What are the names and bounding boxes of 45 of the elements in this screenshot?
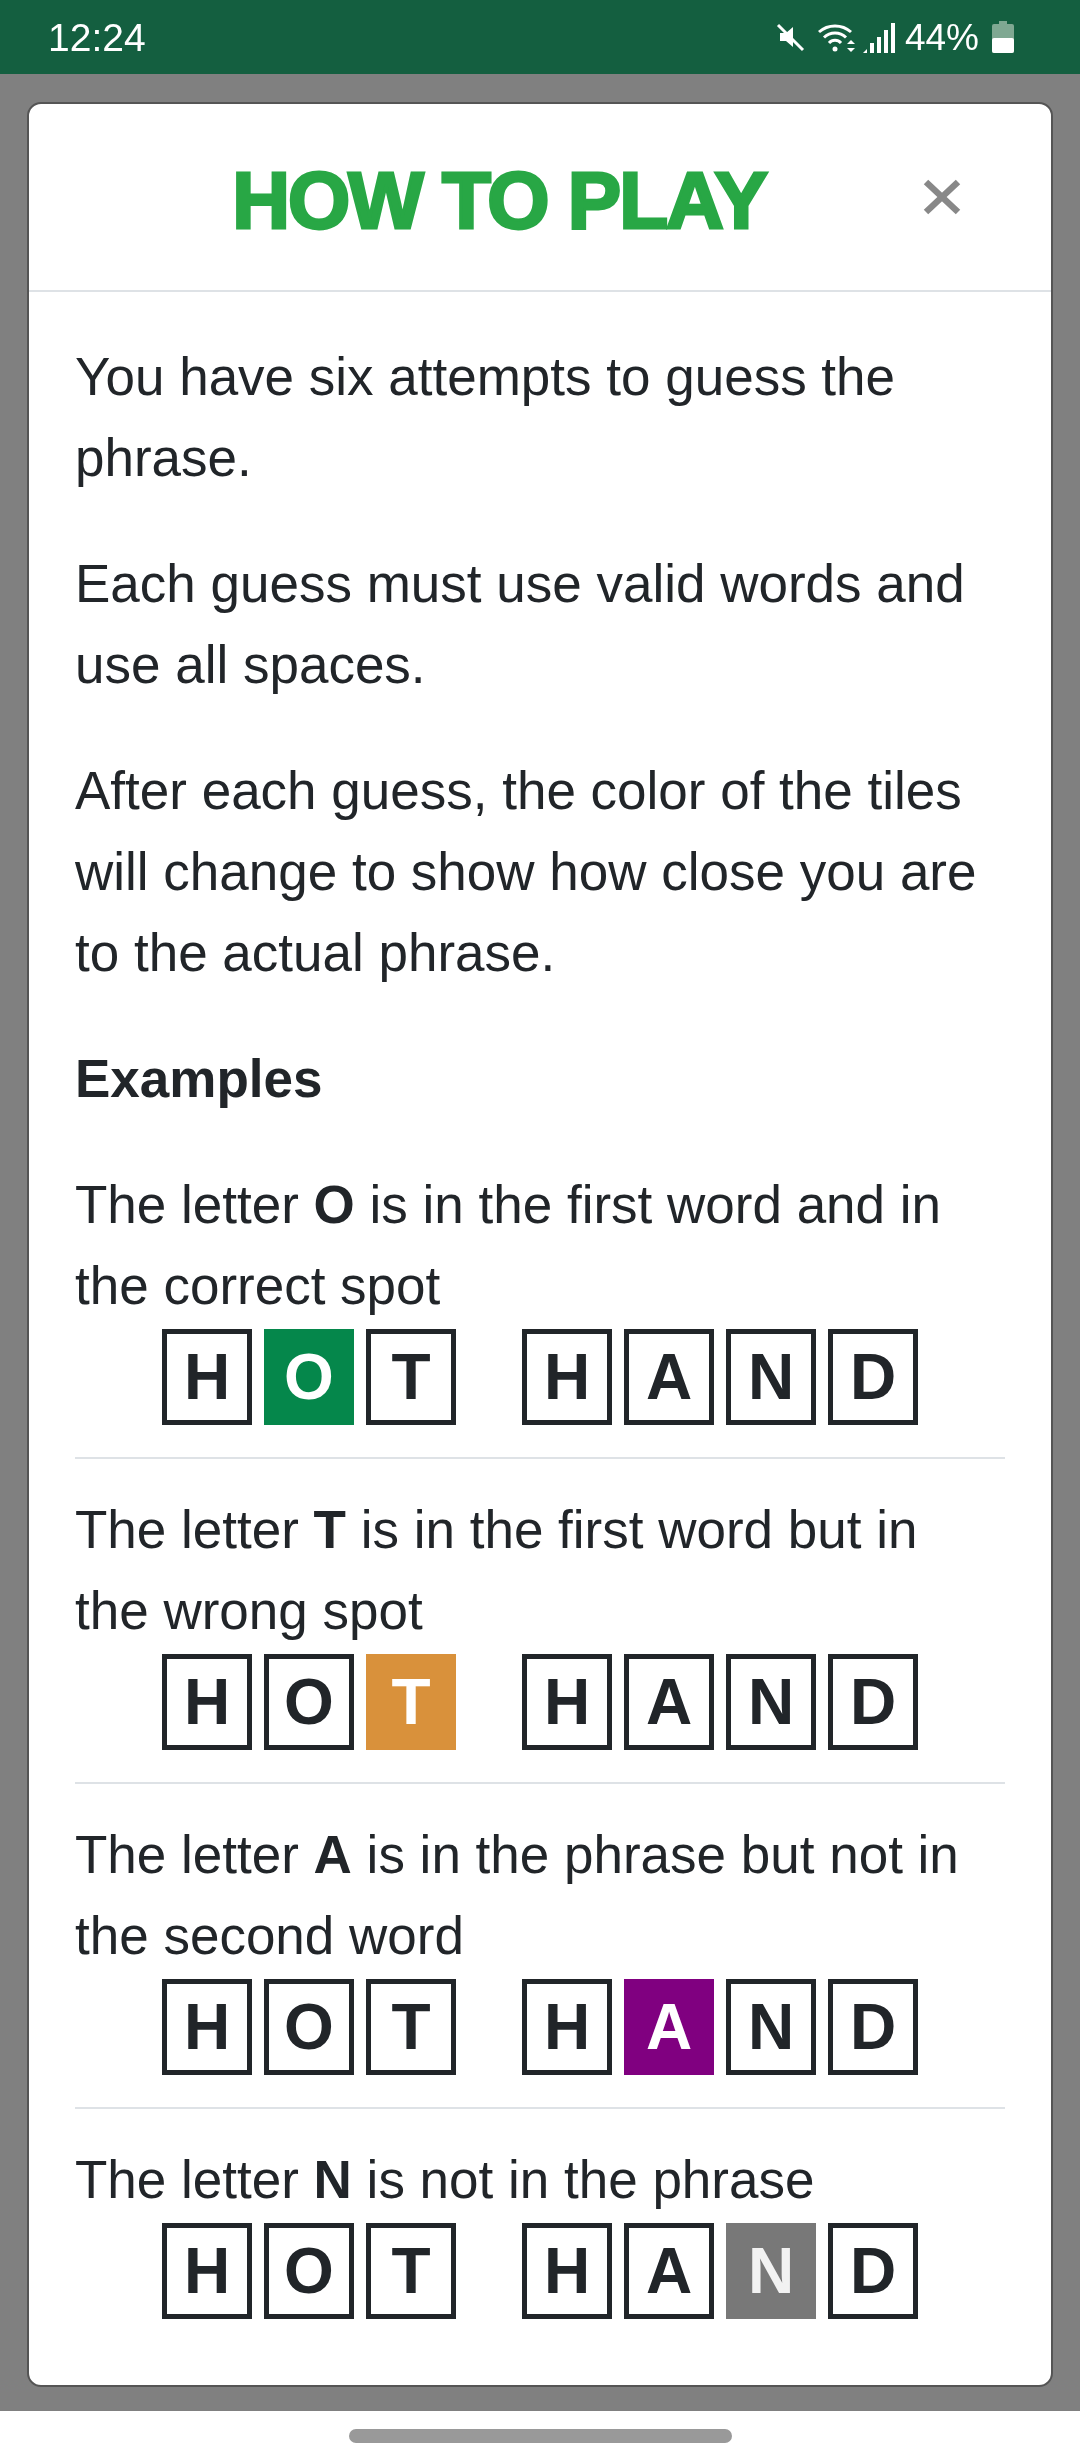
letter-tile: T	[366, 1979, 456, 2075]
letter-tile: H	[522, 2223, 612, 2319]
instruction-text: You have six attempts to guess the phrase.	[75, 346, 897, 489]
letter-tile: D	[828, 2223, 918, 2319]
letter-tile: H	[162, 1654, 252, 1750]
letter-tile: A	[624, 1329, 714, 1425]
close-button[interactable]	[923, 179, 961, 215]
letter-tile: O	[264, 1654, 354, 1750]
letter-tile: T	[366, 1654, 456, 1750]
letter-tile: H	[522, 1329, 612, 1425]
letter-tile: N	[726, 1654, 816, 1750]
letter-tile: N	[726, 1329, 816, 1425]
battery-icon	[992, 21, 1014, 53]
letter-tile: H	[162, 1979, 252, 2075]
letter-tile: T	[366, 1329, 456, 1425]
example-description: The letter T is in the first word but in the wrong spot	[75, 1499, 919, 1642]
instruction-text: Each guess must use valid words and use all spaces.	[75, 553, 966, 696]
letter-tile: N	[726, 2223, 816, 2319]
signal-icon	[862, 21, 896, 53]
letter-tile: A	[624, 1654, 714, 1750]
letter-tile: H	[162, 2223, 252, 2319]
letter-tile: D	[828, 1329, 918, 1425]
mute-icon	[775, 21, 805, 53]
letter-tile: D	[828, 1979, 918, 2075]
letter-tile: A	[624, 2223, 714, 2319]
status-time: 12:24	[48, 17, 146, 57]
letter-tile: H	[522, 1654, 612, 1750]
example-description: The letter N is not in the phrase	[75, 2149, 816, 2211]
letter-tile: D	[828, 1654, 918, 1750]
letter-tile: O	[264, 2223, 354, 2319]
battery-percent: 44%	[904, 18, 979, 56]
letter-tile: H	[522, 1979, 612, 2075]
letter-tile: N	[726, 1979, 816, 2075]
wifi-icon	[816, 21, 856, 53]
example-description: The letter A is in the phrase but not in the second word	[75, 1824, 960, 1967]
example-description: The letter O is in the first word and in the correct spot	[75, 1174, 943, 1317]
examples-heading: Examples	[75, 1048, 324, 1110]
letter-tile: H	[162, 1329, 252, 1425]
close-icon	[923, 179, 961, 215]
instruction-text: After each guess, the color of the tiles will change to show how close you are to the actual phrase.	[75, 760, 978, 984]
dialog-title: HOW TO PLAY	[231, 161, 768, 241]
letter-tile: A	[624, 1979, 714, 2075]
letter-tile: T	[366, 2223, 456, 2319]
letter-tile: O	[264, 1329, 354, 1425]
letter-tile: O	[264, 1979, 354, 2075]
